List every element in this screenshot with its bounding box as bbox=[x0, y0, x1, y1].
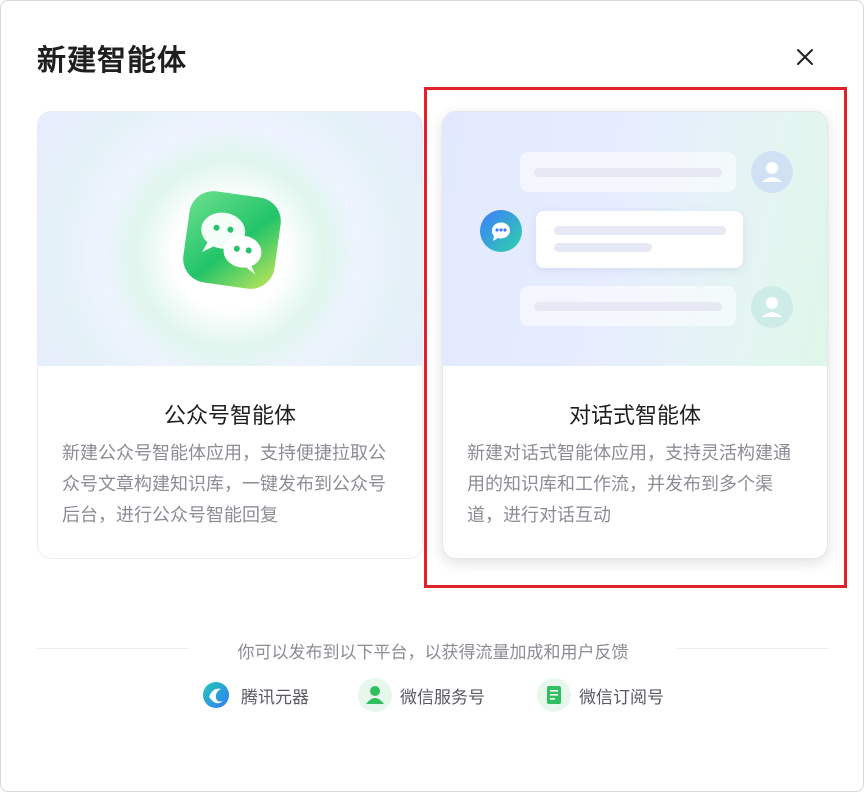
card-description: 新建公众号智能体应用，支持便捷拉取公众号文章构建知识库，一键发布到公众号后台，进… bbox=[62, 443, 386, 526]
subscription-account-icon bbox=[537, 678, 571, 712]
card-title: 公众号智能体 bbox=[163, 404, 296, 429]
platform-label: 腾讯元器 bbox=[241, 687, 309, 708]
create-agent-dialog: 新建智能体 公众号智能体 新建公众号智能体应用，支持便捷拉取公众号文章构建知识库… bbox=[0, 0, 864, 792]
card-banner bbox=[38, 112, 422, 366]
close-icon bbox=[797, 49, 813, 65]
platform-service-account[interactable]: 微信服务号 bbox=[358, 677, 485, 713]
placeholder-line bbox=[554, 243, 652, 252]
card-description: 新建对话式智能体应用，支持灵活构建通用的知识库和工作流，并发布到多个渠道，进行对… bbox=[467, 443, 791, 526]
platform-list: 腾讯元器 微信服务号 微信订阅号 bbox=[1, 677, 864, 713]
conversational-agent-card[interactable]: 对话式智能体 新建对话式智能体应用，支持灵活构建通用的知识库和工作流，并发布到多… bbox=[442, 111, 828, 559]
yuanqi-icon bbox=[199, 678, 233, 712]
dialog-title: 新建智能体 bbox=[37, 43, 188, 77]
card-banner bbox=[443, 112, 827, 366]
platform-label: 微信订阅号 bbox=[579, 687, 664, 708]
wechat-icon bbox=[183, 191, 281, 289]
card-title: 对话式智能体 bbox=[568, 404, 701, 429]
placeholder-line bbox=[534, 302, 722, 311]
bot-message-bubble bbox=[536, 211, 743, 268]
placeholder-line bbox=[534, 168, 722, 177]
close-button[interactable] bbox=[791, 43, 819, 71]
service-account-icon bbox=[358, 678, 392, 712]
chat-bubble-placeholder bbox=[520, 286, 736, 326]
placeholder-line bbox=[554, 226, 726, 235]
user-avatar-icon bbox=[751, 151, 793, 193]
platform-subscription-account[interactable]: 微信订阅号 bbox=[537, 677, 664, 713]
platform-yuanqi[interactable]: 腾讯元器 bbox=[199, 677, 309, 713]
platform-note: 你可以发布到以下平台，以获得流量加成和用户反馈 bbox=[237, 643, 629, 663]
bot-avatar-icon bbox=[480, 210, 522, 252]
platform-label: 微信服务号 bbox=[400, 687, 485, 708]
chat-bubble-placeholder bbox=[520, 152, 736, 192]
official-account-agent-card[interactable]: 公众号智能体 新建公众号智能体应用，支持便捷拉取公众号文章构建知识库，一键发布到… bbox=[37, 111, 423, 559]
user-avatar-icon bbox=[751, 286, 793, 328]
